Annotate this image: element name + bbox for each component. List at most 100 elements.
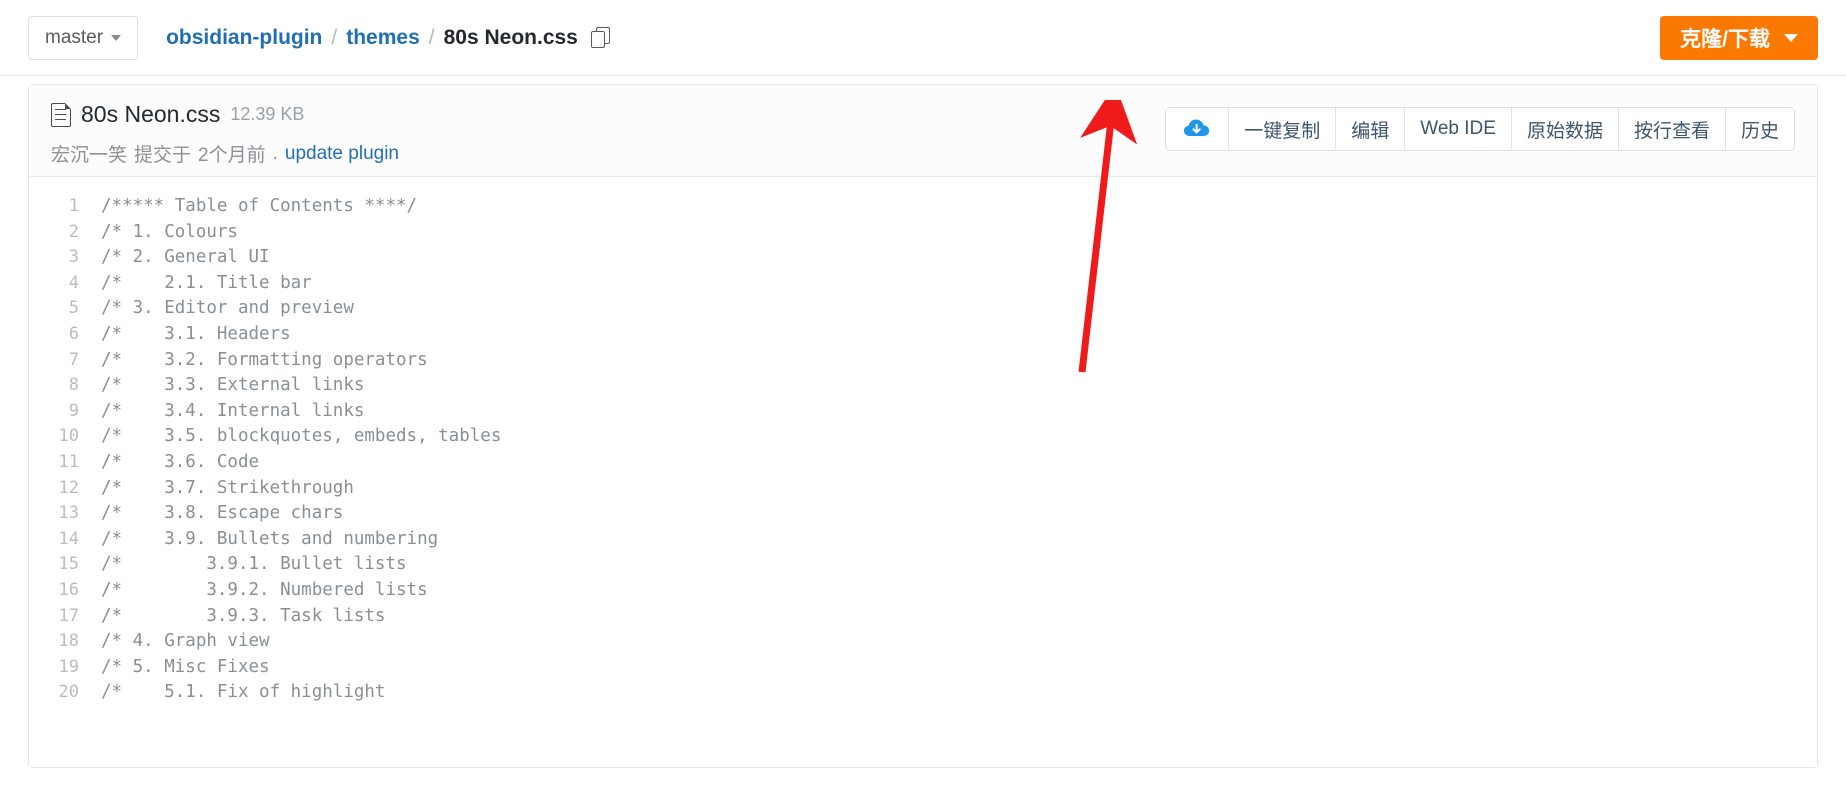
file-header: 80s Neon.css 12.39 KB 宏沉一笑 提交于 2个月前 . up… — [29, 85, 1817, 177]
code-line: 6/* 3.1. Headers — [29, 322, 1817, 348]
blame-button-label: 按行查看 — [1633, 120, 1710, 142]
line-number[interactable]: 4 — [29, 271, 101, 297]
line-content: /* 3. Editor and preview — [101, 298, 354, 319]
breadcrumb-repo[interactable]: obsidian-plugin — [166, 26, 322, 50]
copy-button[interactable]: 一键复制 — [1229, 108, 1337, 150]
line-number[interactable]: 17 — [29, 604, 101, 630]
line-number[interactable]: 16 — [29, 578, 101, 604]
line-number[interactable]: 18 — [29, 629, 101, 655]
line-content: /* 3.8. Escape chars — [101, 503, 344, 524]
code-line: 1/***** Table of Contents ****/ — [29, 194, 1817, 220]
chevron-down-icon — [1784, 34, 1798, 42]
commit-author[interactable]: 宏沉一笑 — [51, 140, 127, 167]
line-content: /* 3.1. Headers — [101, 323, 291, 344]
code-line: 4/* 2.1. Title bar — [29, 271, 1817, 297]
code-line: 7/* 3.2. Formatting operators — [29, 348, 1817, 374]
code-line: 17/* 3.9.3. Task lists — [29, 604, 1817, 630]
line-number[interactable]: 19 — [29, 655, 101, 681]
line-content: /* 2.1. Title bar — [101, 272, 312, 293]
line-number[interactable]: 7 — [29, 348, 101, 374]
file-text-icon — [51, 102, 71, 127]
history-button[interactable]: 历史 — [1725, 108, 1794, 150]
download-cloud-icon — [1184, 119, 1210, 137]
code-line: 18/* 4. Graph view — [29, 629, 1817, 655]
top-bar: master obsidian-plugin / themes / 80s Ne… — [0, 0, 1846, 76]
breadcrumb-separator: / — [428, 25, 435, 49]
line-content: /* 3.7. Strikethrough — [101, 477, 354, 498]
code-line: 3/* 2. General UI — [29, 245, 1817, 271]
edit-button-label: 编辑 — [1351, 120, 1390, 142]
code-line: 11/* 3.6. Code — [29, 450, 1817, 476]
line-number[interactable]: 12 — [29, 476, 101, 502]
line-number[interactable]: 5 — [29, 296, 101, 322]
commit-time: 2个月前 — [198, 145, 266, 166]
branch-selector[interactable]: master — [28, 15, 139, 60]
file-name: 80s Neon.css — [81, 101, 221, 127]
line-number[interactable]: 6 — [29, 322, 101, 348]
line-content: /* 5. Misc Fixes — [101, 656, 270, 677]
code-line: 14/* 3.9. Bullets and numbering — [29, 527, 1817, 553]
commit-message[interactable]: update plugin — [285, 143, 399, 165]
line-content: /* 3.2. Formatting operators — [101, 349, 428, 370]
blame-button[interactable]: 按行查看 — [1618, 108, 1726, 150]
web-ide-button[interactable]: Web IDE — [1405, 108, 1512, 150]
line-content: /* 3.9.3. Task lists — [101, 605, 386, 626]
copy-button-label: 一键复制 — [1244, 120, 1321, 142]
line-content: /* 3.6. Code — [101, 451, 260, 472]
copy-icon[interactable] — [590, 26, 613, 49]
breadcrumb-file: 80s Neon.css — [443, 25, 578, 49]
line-number[interactable]: 9 — [29, 399, 101, 425]
code-line: 9/* 3.4. Internal links — [29, 399, 1817, 425]
line-number[interactable]: 13 — [29, 501, 101, 527]
commit-separator: . — [272, 142, 278, 164]
history-button-label: 历史 — [1740, 120, 1779, 142]
code-line: 19/* 5. Misc Fixes — [29, 655, 1817, 681]
line-content: /* 3.3. External links — [101, 375, 365, 396]
code-line: 20/* 5.1. Fix of highlight — [29, 680, 1817, 706]
line-content: /* 3.9.2. Numbered lists — [101, 579, 428, 600]
line-content: /* 3.4. Internal links — [101, 400, 365, 421]
code-line: 10/* 3.5. blockquotes, embeds, tables — [29, 424, 1817, 450]
file-size: 12.39 KB — [230, 104, 305, 124]
web-ide-button-label: Web IDE — [1420, 118, 1496, 139]
line-content: /* 3.9.1. Bullet lists — [101, 554, 407, 575]
code-viewer[interactable]: 1/***** Table of Contents ****/2/* 1. Co… — [29, 178, 1817, 767]
code-line: 13/* 3.8. Escape chars — [29, 501, 1817, 527]
line-number[interactable]: 20 — [29, 680, 101, 706]
line-content: /* 1. Colours — [101, 221, 238, 242]
file-view-page: master obsidian-plugin / themes / 80s Ne… — [0, 0, 1846, 796]
line-number[interactable]: 2 — [29, 220, 101, 246]
code-line: 2/* 1. Colours — [29, 220, 1817, 246]
file-action-toolbar: 一键复制 编辑 Web IDE 原始数据 按行查看 历史 — [1165, 107, 1795, 151]
line-number[interactable]: 15 — [29, 552, 101, 578]
code-line: 8/* 3.3. External links — [29, 373, 1817, 399]
line-content: /* 2. General UI — [101, 247, 270, 268]
line-number[interactable]: 10 — [29, 424, 101, 450]
edit-button[interactable]: 编辑 — [1336, 108, 1406, 150]
raw-button-label: 原始数据 — [1526, 120, 1603, 142]
chevron-down-icon — [111, 34, 122, 41]
code-line: 5/* 3. Editor and preview — [29, 296, 1817, 322]
code-line: 16/* 3.9.2. Numbered lists — [29, 578, 1817, 604]
download-button[interactable] — [1166, 108, 1230, 150]
breadcrumb-folder[interactable]: themes — [346, 26, 420, 50]
line-content: /* 3.9. Bullets and numbering — [101, 528, 439, 549]
raw-button[interactable]: 原始数据 — [1511, 108, 1619, 150]
line-content: /***** Table of Contents ****/ — [101, 196, 418, 216]
line-content: /* 3.5. blockquotes, embeds, tables — [101, 426, 502, 447]
line-number[interactable]: 8 — [29, 373, 101, 399]
line-number[interactable]: 3 — [29, 245, 101, 271]
code-line: 12/* 3.7. Strikethrough — [29, 476, 1817, 502]
commit-verb: 提交于 — [134, 145, 192, 166]
line-number[interactable]: 1 — [29, 194, 101, 220]
line-content: /* 4. Graph view — [101, 631, 270, 652]
line-number[interactable]: 14 — [29, 527, 101, 553]
breadcrumb: obsidian-plugin / themes / 80s Neon.css — [166, 26, 613, 50]
line-number[interactable]: 11 — [29, 450, 101, 476]
breadcrumb-separator: / — [331, 25, 338, 49]
file-card: 80s Neon.css 12.39 KB 宏沉一笑 提交于 2个月前 . up… — [28, 84, 1818, 768]
branch-label: master — [45, 26, 104, 48]
code-line: 15/* 3.9.1. Bullet lists — [29, 552, 1817, 578]
clone-download-button[interactable]: 克隆/下载 — [1660, 16, 1818, 60]
clone-download-label: 克隆/下载 — [1680, 28, 1770, 51]
